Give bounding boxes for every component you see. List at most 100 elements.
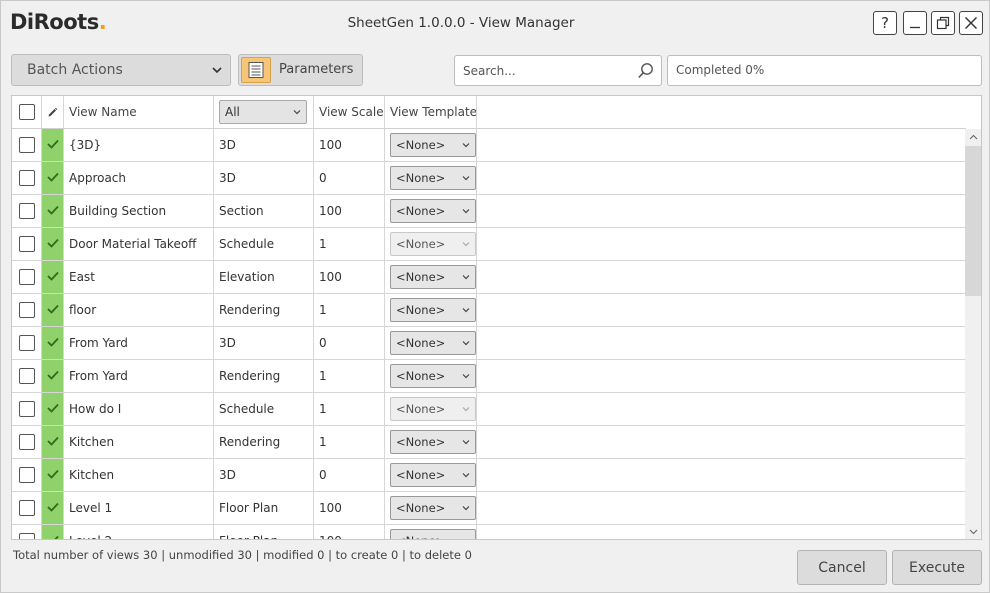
batch-actions-dropdown[interactable]: Batch Actions xyxy=(11,54,231,86)
view-template-value: <None> xyxy=(396,435,446,449)
row-status-cell xyxy=(42,459,64,491)
header-view-template[interactable]: View Template xyxy=(385,96,477,128)
cancel-button[interactable]: Cancel xyxy=(797,550,887,585)
view-template-dropdown[interactable]: <None> xyxy=(390,463,476,487)
table-row[interactable]: Approach 3D 0 <None> xyxy=(12,162,966,195)
table-row[interactable]: How do I Schedule 1 <None> xyxy=(12,393,966,426)
view-name-cell[interactable]: Approach xyxy=(64,162,214,194)
view-template-dropdown[interactable]: <None> xyxy=(390,496,476,520)
check-icon xyxy=(46,435,59,449)
table-row[interactable]: Building Section Section 100 <None> xyxy=(12,195,966,228)
view-name-cell[interactable]: East xyxy=(64,261,214,293)
row-checkbox[interactable] xyxy=(18,368,35,384)
view-scale-cell[interactable]: 0 xyxy=(314,162,385,194)
table-row[interactable]: East Elevation 100 <None> xyxy=(12,261,966,294)
view-template-dropdown[interactable]: <None> xyxy=(390,364,476,388)
view-scale-cell[interactable]: 100 xyxy=(314,525,385,539)
row-checkbox[interactable] xyxy=(18,170,35,186)
view-name-cell[interactable]: From Yard xyxy=(64,327,214,359)
row-checkbox[interactable] xyxy=(18,434,35,450)
view-name-cell[interactable]: Level 2 xyxy=(64,525,214,539)
row-checkbox[interactable] xyxy=(18,137,35,153)
view-template-dropdown: <None> xyxy=(390,397,476,421)
restore-button[interactable] xyxy=(931,11,955,35)
view-type-cell: 3D xyxy=(214,327,314,359)
view-template-dropdown[interactable]: <None> xyxy=(390,265,476,289)
row-checkbox[interactable] xyxy=(18,401,35,417)
scrollbar-thumb[interactable] xyxy=(965,146,981,296)
row-checkbox[interactable] xyxy=(18,302,35,318)
close-button[interactable] xyxy=(959,11,983,35)
table-row[interactable]: Door Material Takeoff Schedule 1 <None> xyxy=(12,228,966,261)
search-input[interactable] xyxy=(463,56,633,85)
view-name-cell[interactable]: Level 1 xyxy=(64,492,214,524)
view-scale-cell[interactable]: 100 xyxy=(314,492,385,524)
view-scale-cell[interactable]: 0 xyxy=(314,327,385,359)
parameters-button[interactable]: Parameters xyxy=(238,54,363,86)
row-checkbox[interactable] xyxy=(18,500,35,516)
view-template-dropdown[interactable]: <None> xyxy=(390,133,476,157)
view-template-dropdown[interactable]: <None> xyxy=(390,199,476,223)
vertical-scrollbar[interactable] xyxy=(965,129,981,539)
view-type-cell: Rendering xyxy=(214,360,314,392)
search-icon[interactable] xyxy=(637,62,655,83)
row-checkbox[interactable] xyxy=(18,236,35,252)
row-checkbox[interactable] xyxy=(18,467,35,483)
view-template-dropdown[interactable]: <None> xyxy=(390,529,476,539)
row-checkbox[interactable] xyxy=(18,203,35,219)
header-view-name[interactable]: View Name xyxy=(64,96,214,128)
view-name-cell[interactable]: floor xyxy=(64,294,214,326)
view-type-cell: Floor Plan xyxy=(214,525,314,539)
table-row[interactable]: From Yard Rendering 1 <None> xyxy=(12,360,966,393)
row-status-cell xyxy=(42,129,64,161)
view-template-dropdown[interactable]: <None> xyxy=(390,331,476,355)
select-all-checkbox[interactable] xyxy=(18,104,35,120)
table-row[interactable]: Level 2Floor Plan100 <None> xyxy=(12,525,966,539)
table-row[interactable]: Kitchen 3D 0 <None> xyxy=(12,459,966,492)
table-row[interactable]: {3D} 3D 100 <None> xyxy=(12,129,966,162)
view-name-cell[interactable]: Kitchen xyxy=(64,426,214,458)
view-template-dropdown[interactable]: <None> xyxy=(390,430,476,454)
row-checkbox[interactable] xyxy=(18,533,35,539)
view-scale-cell[interactable]: 1 xyxy=(314,228,385,260)
view-template-dropdown[interactable]: <None> xyxy=(390,298,476,322)
view-scale-cell[interactable]: 1 xyxy=(314,294,385,326)
table-row[interactable]: Kitchen Rendering 1 <None> xyxy=(12,426,966,459)
execute-button[interactable]: Execute xyxy=(892,550,982,585)
row-checkbox[interactable] xyxy=(18,335,35,351)
view-name-cell[interactable]: Door Material Takeoff xyxy=(64,228,214,260)
close-icon xyxy=(965,17,977,29)
scroll-down-icon[interactable] xyxy=(965,524,981,539)
view-name-cell[interactable]: How do I xyxy=(64,393,214,425)
chevron-down-icon xyxy=(462,167,470,194)
header-view-scale[interactable]: View Scale xyxy=(314,96,385,128)
table-row[interactable]: Level 1 Floor Plan 100 <None> xyxy=(12,492,966,525)
view-template-value: <None> xyxy=(396,270,446,284)
view-scale-cell[interactable]: 1 xyxy=(314,360,385,392)
view-name-cell[interactable]: From Yard xyxy=(64,360,214,392)
check-icon xyxy=(46,237,59,251)
parameters-list-icon xyxy=(241,57,271,83)
view-template-dropdown[interactable]: <None> xyxy=(390,166,476,190)
minimize-button[interactable] xyxy=(903,11,927,35)
view-name-cell[interactable]: {3D} xyxy=(64,129,214,161)
title-bar: DiRoots. SheetGen 1.0.0.0 - View Manager… xyxy=(1,1,989,45)
scroll-up-icon[interactable] xyxy=(965,129,981,145)
view-scale-cell[interactable]: 0 xyxy=(314,459,385,491)
view-scale-cell[interactable]: 100 xyxy=(314,195,385,227)
type-filter-dropdown[interactable]: All xyxy=(219,100,307,124)
view-scale-cell[interactable]: 1 xyxy=(314,393,385,425)
view-scale-cell[interactable]: 100 xyxy=(314,129,385,161)
table-row[interactable]: floor Rendering 1 <None> xyxy=(12,294,966,327)
help-button[interactable]: ? xyxy=(873,11,897,35)
restore-icon xyxy=(936,16,950,30)
view-scale-cell[interactable]: 1 xyxy=(314,426,385,458)
row-checkbox[interactable] xyxy=(18,269,35,285)
row-select-cell xyxy=(12,426,42,458)
view-scale-cell[interactable]: 100 xyxy=(314,261,385,293)
table-row[interactable]: From Yard 3D 0 <None> xyxy=(12,327,966,360)
view-name-cell[interactable]: Kitchen xyxy=(64,459,214,491)
row-status-cell xyxy=(42,492,64,524)
check-icon xyxy=(46,501,59,515)
view-name-cell[interactable]: Building Section xyxy=(64,195,214,227)
